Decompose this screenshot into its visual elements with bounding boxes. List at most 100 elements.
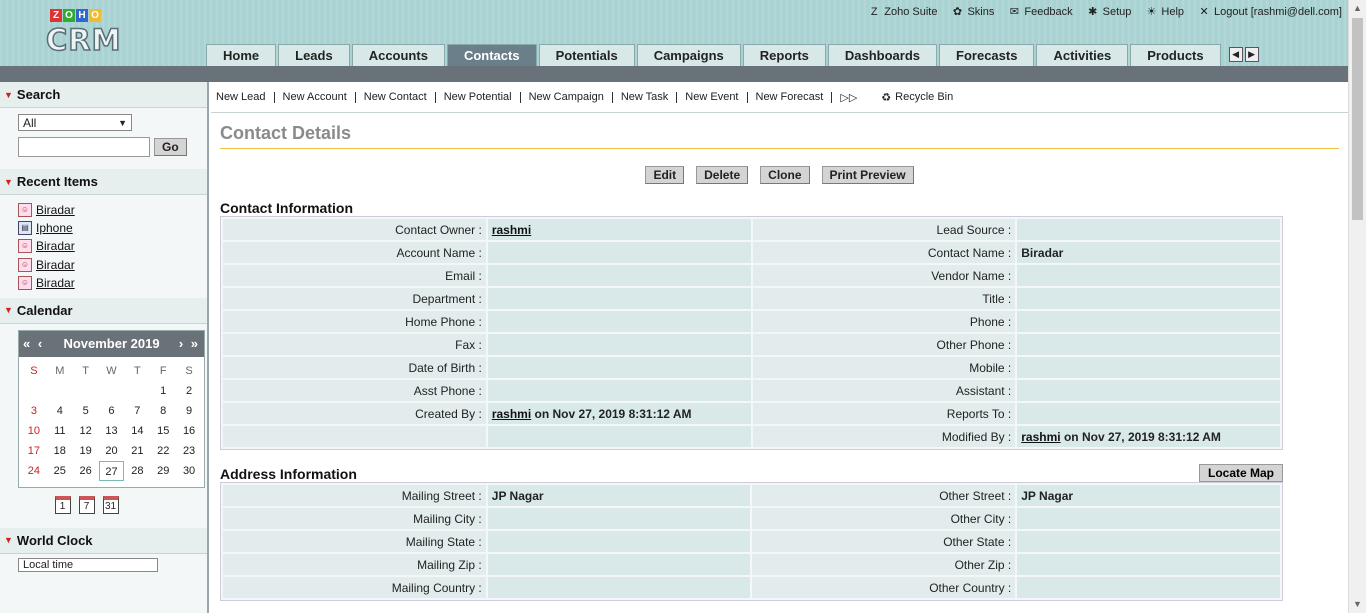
tab-leads[interactable]: Leads	[278, 44, 350, 66]
calendar-day[interactable]: 4	[47, 401, 73, 421]
calendar-day[interactable]: 24	[21, 461, 47, 481]
toplink-skins[interactable]: ✿ Skins	[951, 6, 995, 18]
quicklink-new-event[interactable]: New Event	[677, 91, 748, 103]
field-value	[1017, 265, 1280, 286]
calendar-day[interactable]: 20	[99, 441, 125, 461]
recycle-bin-link[interactable]: ♻ Recycle Bin	[881, 91, 953, 104]
quicklink-new-forecast[interactable]: New Forecast	[748, 91, 833, 103]
tab-dashboards[interactable]: Dashboards	[827, 44, 938, 66]
calendar-day[interactable]: 21	[124, 441, 150, 461]
calendar-view-1-icon[interactable]: 1	[54, 495, 71, 514]
calendar-day[interactable]: 30	[176, 461, 202, 481]
toplink-feedback[interactable]: ✉ Feedback	[1008, 6, 1073, 18]
tab-potentials[interactable]: Potentials	[538, 44, 635, 66]
more-links-icon[interactable]: ▷▷	[832, 91, 865, 104]
calendar-day[interactable]: 7	[124, 401, 150, 421]
calendar-header[interactable]: ▼ Calendar	[0, 297, 207, 324]
tab-forecasts[interactable]: Forecasts	[939, 44, 1035, 66]
calendar-view-31-icon[interactable]: 31	[102, 495, 119, 514]
scroll-up-arrow-icon[interactable]: ▲	[1349, 0, 1366, 17]
calendar-day[interactable]: 28	[124, 461, 150, 481]
toplink-help[interactable]: ☀ Help	[1145, 6, 1184, 18]
field-value	[1017, 508, 1280, 529]
clone-button[interactable]: Clone	[760, 166, 810, 184]
toplink-logout[interactable]: ✕ Logout [rashmi@dell.com]	[1198, 6, 1342, 18]
tab-home[interactable]: Home	[206, 44, 277, 66]
scroll-down-arrow-icon[interactable]: ▼	[1349, 596, 1366, 613]
delete-button[interactable]: Delete	[696, 166, 749, 184]
tab-campaigns[interactable]: Campaigns	[636, 44, 741, 66]
recent-item-link[interactable]: Biradar	[36, 203, 75, 217]
calendar-day[interactable]: 26	[73, 461, 99, 481]
calendar-day[interactable]: 12	[73, 421, 99, 441]
calendar-day[interactable]: 11	[47, 421, 73, 441]
calendar-day[interactable]: 29	[150, 461, 176, 481]
tab-contacts[interactable]: Contacts	[446, 44, 537, 66]
recent-items-header[interactable]: ▼ Recent Items	[0, 169, 207, 195]
calendar-day[interactable]: 25	[47, 461, 73, 481]
calendar-day[interactable]: 10	[21, 421, 47, 441]
search-input[interactable]	[18, 137, 150, 157]
calendar-day[interactable]: 23	[176, 441, 202, 461]
value-link[interactable]: rashmi	[1021, 430, 1060, 444]
world-clock-header[interactable]: ▼ World Clock	[0, 527, 207, 554]
calendar-next-button[interactable]: › »	[179, 336, 200, 351]
calendar-day[interactable]: 14	[124, 421, 150, 441]
tab-scroll-right-icon[interactable]: ▶	[1244, 47, 1259, 62]
calendar-day[interactable]: 22	[150, 441, 176, 461]
recent-item-link[interactable]: Iphone	[36, 221, 73, 235]
quicklink-new-potential[interactable]: New Potential	[436, 91, 521, 103]
recent-item-link[interactable]: Biradar	[36, 258, 75, 272]
recent-item-link[interactable]: Biradar	[36, 239, 75, 253]
recycle-bin-label: Recycle Bin	[895, 91, 954, 103]
edit-button[interactable]: Edit	[645, 166, 685, 184]
quicklink-new-contact[interactable]: New Contact	[356, 91, 436, 103]
world-clock-title: World Clock	[16, 532, 93, 548]
toplink-zoho[interactable]: Z Zoho Suite	[868, 6, 938, 18]
recent-item-link[interactable]: Biradar	[36, 276, 75, 290]
search-section-header[interactable]: ▼ Search	[0, 82, 207, 108]
calendar-day[interactable]: 16	[176, 421, 202, 441]
calendar-day[interactable]: 18	[47, 441, 73, 461]
calendar-day[interactable]: 13	[99, 421, 125, 441]
tab-activities[interactable]: Activities	[1036, 44, 1129, 66]
scroll-thumb[interactable]	[1352, 18, 1363, 220]
quicklink-new-lead[interactable]: New Lead	[216, 91, 275, 103]
calendar-day[interactable]: 15	[150, 421, 176, 441]
calendar-day[interactable]: 3	[21, 401, 47, 421]
calendar-day[interactable]: 6	[99, 401, 125, 421]
search-go-button[interactable]: Go	[154, 138, 187, 156]
calendar-day[interactable]: 5	[73, 401, 99, 421]
search-module-select[interactable]: All ▼	[18, 114, 132, 131]
value-link[interactable]: rashmi	[492, 407, 531, 421]
quicklink-new-campaign[interactable]: New Campaign	[521, 91, 613, 103]
field-label: Department :	[223, 288, 486, 309]
field-value	[1017, 219, 1280, 240]
calendar-day[interactable]: 2	[176, 381, 202, 401]
value-link[interactable]: rashmi	[492, 223, 531, 237]
tab-scroll-left-icon[interactable]: ◀	[1228, 47, 1243, 62]
field-label: Mailing City :	[223, 508, 486, 529]
calendar-view-7-icon[interactable]: 7	[78, 495, 95, 514]
tab-products[interactable]: Products	[1130, 44, 1221, 66]
quicklink-new-account[interactable]: New Account	[275, 91, 356, 103]
zoho-crm-logo[interactable]: Z O H O CRM	[45, 9, 156, 58]
calendar-title: Calendar	[16, 302, 73, 318]
calendar-day[interactable]: 1	[150, 381, 176, 401]
calendar-day[interactable]: 8	[150, 401, 176, 421]
locate-map-button[interactable]: Locate Map	[1198, 464, 1283, 482]
calendar-prev-button[interactable]: « ‹	[23, 336, 44, 351]
print-preview-button[interactable]: Print Preview	[821, 166, 914, 184]
logo-letter: H	[76, 9, 88, 22]
toplink-setup[interactable]: ✱ Setup	[1087, 6, 1131, 18]
vertical-scrollbar[interactable]: ▲ ▼	[1348, 0, 1366, 613]
calendar-day[interactable]: 17	[21, 441, 47, 461]
quicklink-new-task[interactable]: New Task	[613, 91, 678, 103]
calendar-day[interactable]: 19	[73, 441, 99, 461]
tab-accounts[interactable]: Accounts	[351, 44, 445, 66]
calendar-empty-cell	[73, 381, 99, 401]
tab-reports[interactable]: Reports	[742, 44, 826, 66]
calendar-day[interactable]: 27	[98, 460, 125, 481]
world-clock-select[interactable]: Local time	[18, 557, 158, 572]
calendar-day[interactable]: 9	[176, 401, 202, 421]
